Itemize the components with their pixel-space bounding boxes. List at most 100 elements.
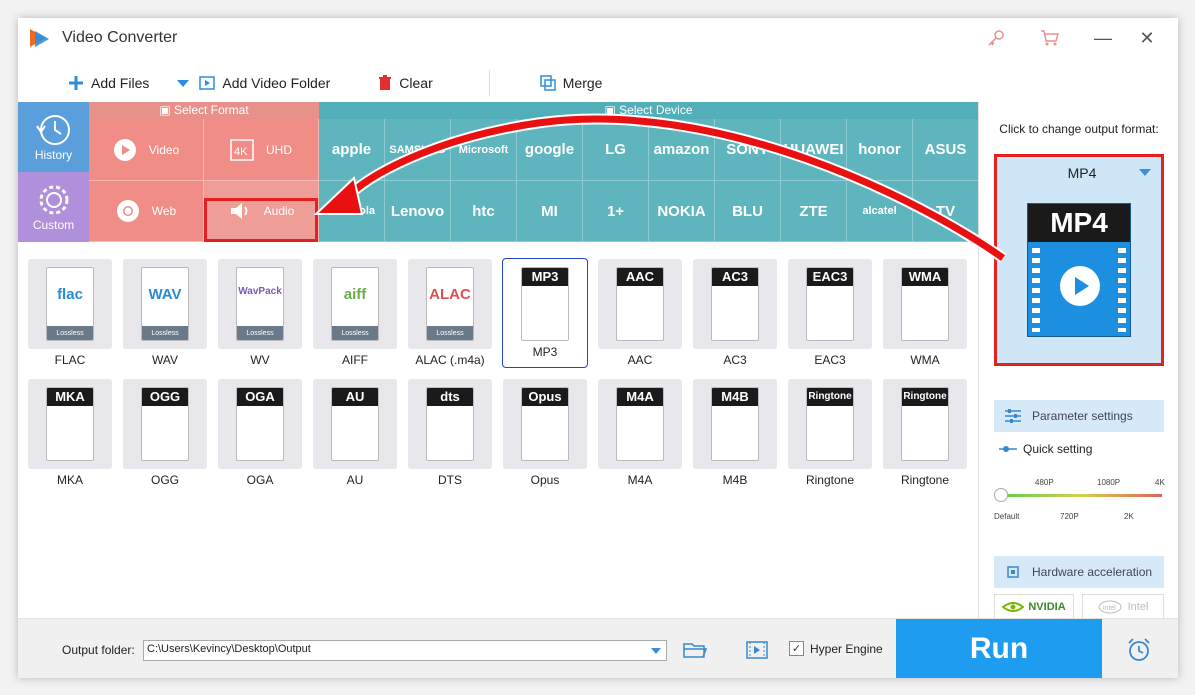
format-item-alac-m4a[interactable]: ALAC Lossless ALAC (.m4a) bbox=[408, 259, 492, 369]
format-item-eac3[interactable]: EAC3 EAC3 bbox=[788, 259, 872, 369]
device-zte[interactable]: ZTE bbox=[781, 181, 847, 242]
trash-icon bbox=[378, 75, 392, 91]
format-item-ringtone[interactable]: Ringtone Ringtone bbox=[883, 379, 967, 489]
device-htc[interactable]: htc bbox=[451, 181, 517, 242]
key-icon[interactable] bbox=[982, 24, 1010, 52]
device-apple[interactable]: apple bbox=[319, 119, 385, 181]
format-tile[interactable]: WavPack Lossless bbox=[218, 259, 302, 349]
device-mi[interactable]: MI bbox=[517, 181, 583, 242]
device-samsung[interactable]: SAMSUNG bbox=[385, 119, 451, 181]
alarm-clock-icon[interactable] bbox=[1126, 637, 1152, 668]
device-1[interactable]: 1+ bbox=[583, 181, 649, 242]
output-format-selector[interactable]: MP4 MP4 bbox=[994, 154, 1164, 366]
format-item-wav[interactable]: WAV Lossless WAV bbox=[123, 259, 207, 369]
device-tv[interactable]: TV bbox=[913, 181, 979, 242]
device-google[interactable]: google bbox=[517, 119, 583, 181]
format-tile[interactable]: flac Lossless bbox=[28, 259, 112, 349]
format-badge: Ringtone bbox=[902, 388, 948, 406]
video-export-icon[interactable] bbox=[746, 640, 768, 665]
history-tab[interactable]: History bbox=[18, 102, 89, 172]
slider-knob[interactable] bbox=[994, 488, 1008, 502]
format-item-aac[interactable]: AAC AAC bbox=[598, 259, 682, 369]
format-tile[interactable]: AC3 bbox=[693, 259, 777, 349]
format-video[interactable]: Video bbox=[89, 119, 204, 181]
clear-button[interactable]: Clear bbox=[378, 68, 433, 98]
minimize-button[interactable]: — bbox=[1090, 25, 1116, 51]
format-item-oga[interactable]: OGA OGA bbox=[218, 379, 302, 489]
format-item-flac[interactable]: flac Lossless FLAC bbox=[28, 259, 112, 369]
device-honor[interactable]: honor bbox=[847, 119, 913, 181]
format-web[interactable]: Web bbox=[89, 181, 204, 242]
parameter-settings-button[interactable]: Parameter settings bbox=[994, 400, 1164, 432]
device-label: TV bbox=[935, 202, 956, 220]
format-label: MKA bbox=[56, 473, 83, 487]
add-files-dropdown[interactable] bbox=[177, 68, 190, 98]
device-motorola[interactable]: motorola bbox=[319, 181, 385, 242]
format-item-au[interactable]: AU AU bbox=[313, 379, 397, 489]
format-label: AC3 bbox=[723, 353, 747, 367]
format-tile[interactable]: OGA bbox=[218, 379, 302, 469]
format-uhd[interactable]: 4K UHD bbox=[204, 119, 319, 181]
output-folder-dropdown-icon[interactable] bbox=[651, 648, 661, 654]
format-tile[interactable]: ALAC Lossless bbox=[408, 259, 492, 349]
format-tile[interactable]: Ringtone bbox=[883, 379, 967, 469]
quality-slider[interactable]: 480P 1080P 4K Default 720P 2K bbox=[994, 474, 1166, 534]
add-video-folder-button[interactable]: Add Video Folder bbox=[199, 68, 330, 98]
format-tile[interactable]: OGG bbox=[123, 379, 207, 469]
open-folder-icon[interactable] bbox=[683, 641, 708, 664]
format-item-opus[interactable]: Opus Opus bbox=[503, 379, 587, 489]
format-item-m4a[interactable]: M4A M4A bbox=[598, 379, 682, 489]
format-tile[interactable]: Opus bbox=[503, 379, 587, 469]
format-item-ogg[interactable]: OGG OGG bbox=[123, 379, 207, 489]
format-item-wma[interactable]: WMA WMA bbox=[883, 259, 967, 369]
custom-tab[interactable]: Custom bbox=[18, 172, 89, 242]
device-lenovo[interactable]: Lenovo bbox=[385, 181, 451, 242]
device-huawei[interactable]: HUAWEI bbox=[781, 119, 847, 181]
device-nokia[interactable]: NOKIA bbox=[649, 181, 715, 242]
add-files-button[interactable]: Add Files bbox=[68, 68, 149, 98]
format-item-ac3[interactable]: AC3 AC3 bbox=[693, 259, 777, 369]
format-tile[interactable]: AU bbox=[313, 379, 397, 469]
hyper-engine-checkbox[interactable]: ✓ Hyper Engine bbox=[789, 641, 883, 656]
output-folder-input[interactable]: C:\Users\Kevincy\Desktop\Output bbox=[143, 640, 667, 661]
ogg-file-icon: OGG bbox=[141, 387, 189, 461]
format-item-wv[interactable]: WavPack Lossless WV bbox=[218, 259, 302, 369]
format-tile[interactable]: M4A bbox=[598, 379, 682, 469]
format-tile[interactable]: WMA bbox=[883, 259, 967, 349]
scale-1080p: 1080P bbox=[1097, 478, 1121, 487]
format-tile[interactable]: M4B bbox=[693, 379, 777, 469]
hardware-acceleration-button[interactable]: Hardware acceleration bbox=[994, 556, 1164, 588]
nvidia-button[interactable]: NVIDIA bbox=[994, 594, 1074, 620]
format-item-m4b[interactable]: M4B M4B bbox=[693, 379, 777, 489]
intel-button[interactable]: intel Intel bbox=[1082, 594, 1164, 620]
format-item-dts[interactable]: dts DTS bbox=[408, 379, 492, 489]
device-sony[interactable]: SONY bbox=[715, 119, 781, 181]
merge-button[interactable]: Merge bbox=[540, 68, 602, 98]
device-microsoft[interactable]: Microsoft bbox=[451, 119, 517, 181]
run-button[interactable]: Run bbox=[896, 619, 1102, 678]
device-amazon[interactable]: amazon bbox=[649, 119, 715, 181]
format-item-mka[interactable]: MKA MKA bbox=[28, 379, 112, 489]
device-asus[interactable]: ASUS bbox=[913, 119, 979, 181]
format-item-aiff[interactable]: aiff Lossless AIFF bbox=[313, 259, 397, 369]
format-badge: M4A bbox=[617, 388, 663, 406]
clear-label: Clear bbox=[399, 75, 433, 91]
device-lg[interactable]: LG bbox=[583, 119, 649, 181]
device-alcatel[interactable]: alcatel bbox=[847, 181, 913, 242]
opus-file-icon: Opus bbox=[521, 387, 569, 461]
slider-track[interactable] bbox=[1002, 494, 1162, 497]
close-button[interactable]: ✕ bbox=[1134, 25, 1160, 51]
format-tile[interactable]: MKA bbox=[28, 379, 112, 469]
format-tile[interactable]: aiff Lossless bbox=[313, 259, 397, 349]
device-blu[interactable]: BLU bbox=[715, 181, 781, 242]
format-label: Ringtone bbox=[900, 473, 950, 487]
format-tile[interactable]: dts bbox=[408, 379, 492, 469]
format-item-ringtone[interactable]: Ringtone Ringtone bbox=[788, 379, 872, 489]
format-tile[interactable]: Ringtone bbox=[788, 379, 872, 469]
format-item-mp3[interactable]: MP3 MP3 bbox=[502, 258, 588, 369]
format-tile[interactable]: WAV Lossless bbox=[123, 259, 207, 349]
cart-icon[interactable] bbox=[1036, 24, 1064, 52]
format-tile[interactable]: AAC bbox=[598, 259, 682, 349]
format-tile[interactable]: EAC3 bbox=[788, 259, 872, 349]
format-label: M4A bbox=[627, 473, 653, 487]
